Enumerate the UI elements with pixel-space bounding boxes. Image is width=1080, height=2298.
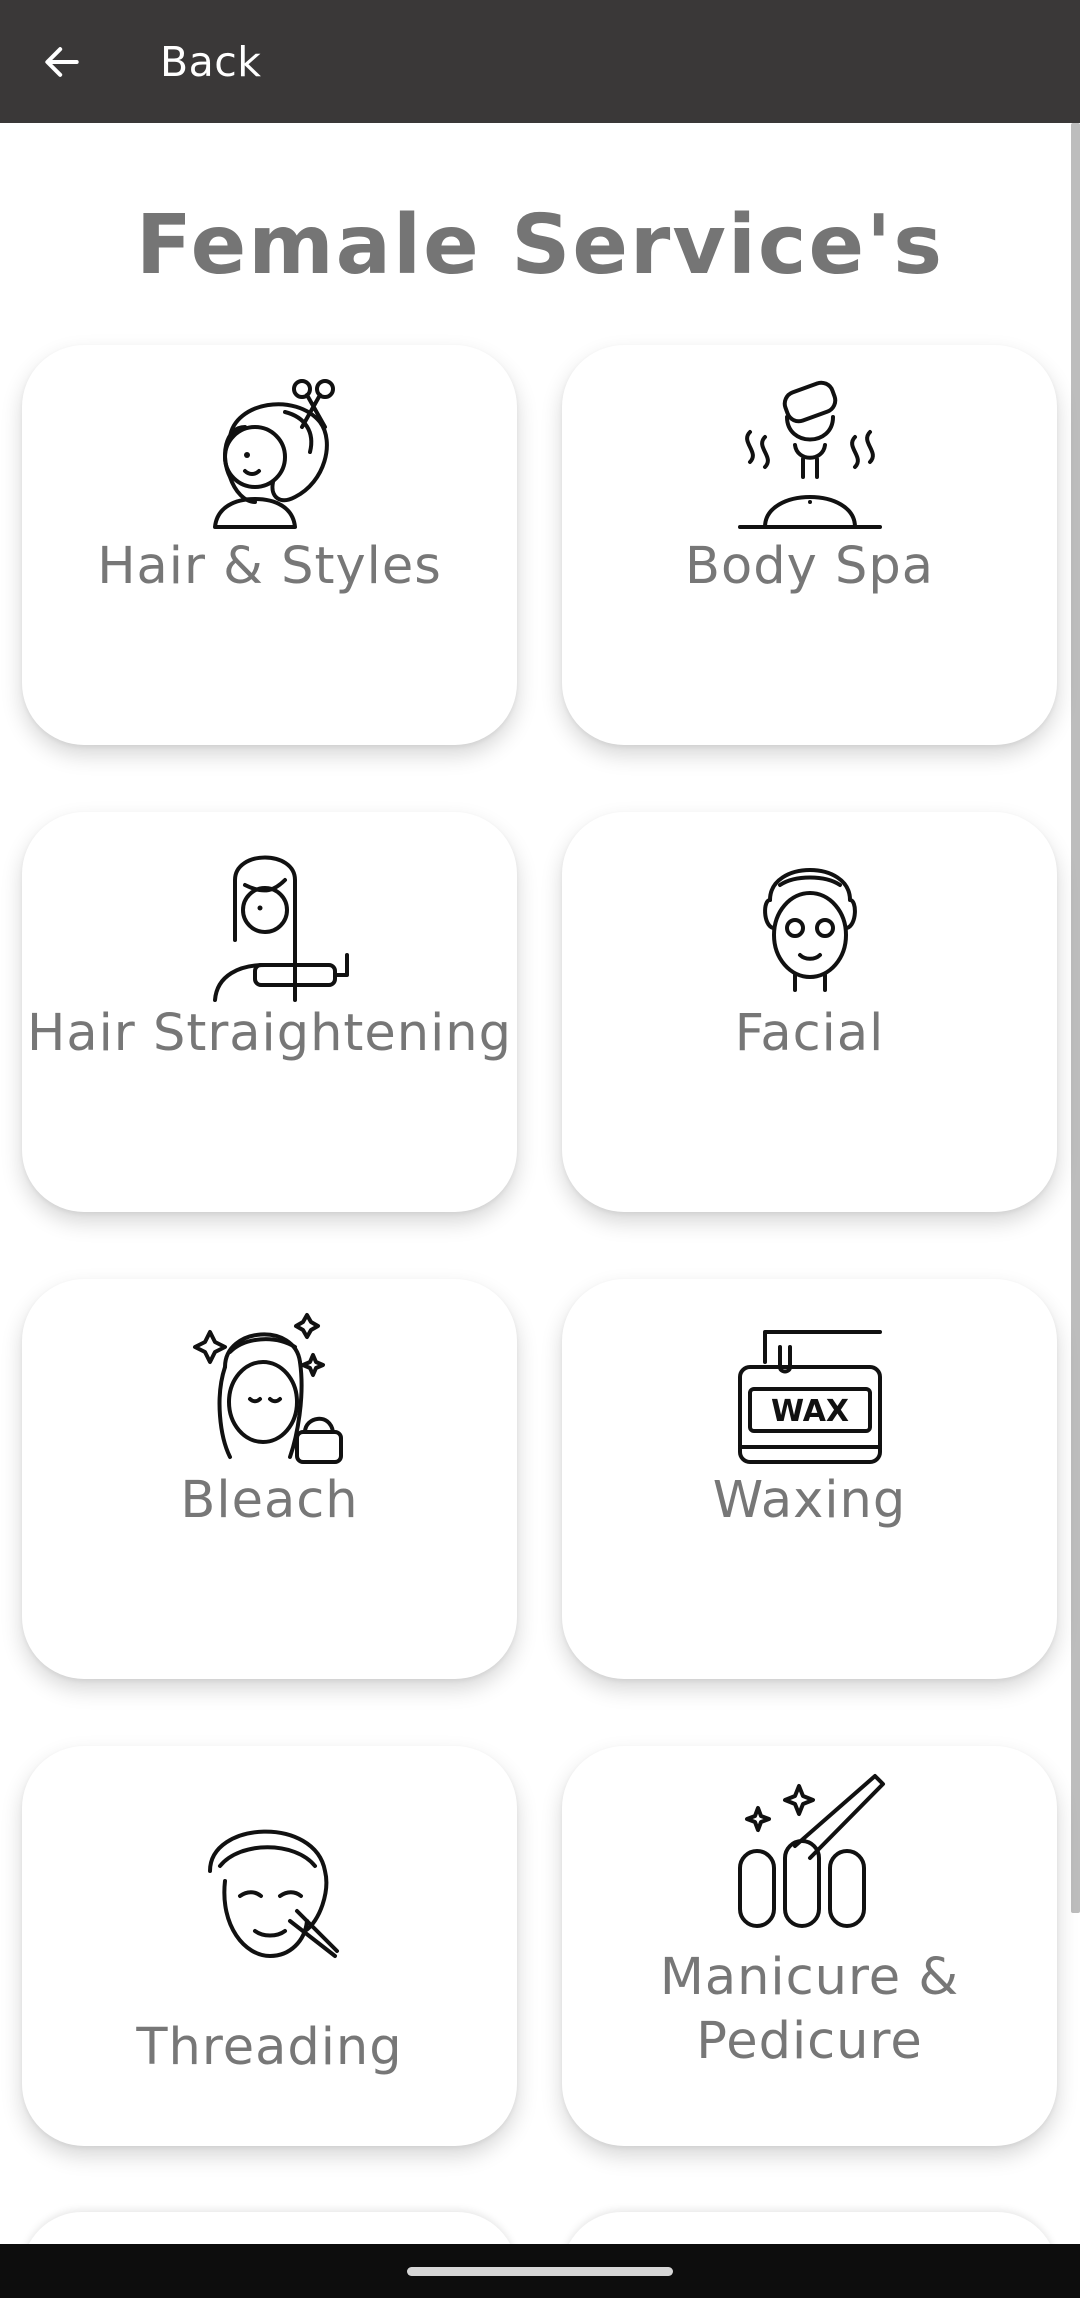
- service-card-manicure-pedicure[interactable]: Manicure & Pedicure: [562, 1746, 1057, 2146]
- home-gesture-handle[interactable]: [407, 2267, 673, 2276]
- service-label: Body Spa: [685, 537, 934, 596]
- service-label-line2: Pedicure: [696, 2012, 923, 2071]
- scrollbar[interactable]: [1071, 123, 1080, 1913]
- service-label: Facial: [734, 1004, 885, 1063]
- waxing-icon: WAX: [737, 1330, 882, 1464]
- service-label: Bleach: [180, 1471, 359, 1530]
- service-card-facial[interactable]: Facial: [562, 812, 1057, 1212]
- page-title: Female Service's: [135, 198, 945, 293]
- service-card-hair-straightening[interactable]: Hair Straightening: [22, 812, 517, 1212]
- service-card-threading[interactable]: Threading: [22, 1746, 517, 2146]
- service-label: Waxing: [712, 1471, 907, 1530]
- body-spa-icon: [737, 380, 882, 529]
- back-label: Back: [160, 37, 262, 86]
- service-label: Manicure &: [659, 1948, 960, 2007]
- svg-text:WAX: WAX: [770, 1394, 848, 1429]
- back-button[interactable]: Back: [0, 0, 262, 123]
- facial-icon: [762, 868, 857, 992]
- service-card-hair-styles[interactable]: Hair & Styles: [22, 345, 517, 745]
- service-label: Threading: [136, 2018, 403, 2077]
- system-navigation-bar: [0, 2244, 1080, 2298]
- hair-styles-icon: [212, 379, 335, 529]
- bleach-icon: [192, 1313, 343, 1464]
- service-card-waxing[interactable]: WAX Waxing: [562, 1279, 1057, 1679]
- arrow-left-icon: [45, 46, 79, 77]
- threading-icon: [207, 1829, 339, 1958]
- service-label: Hair Straightening: [27, 1004, 512, 1063]
- service-card-bleach[interactable]: Bleach: [22, 1279, 517, 1679]
- hair-straightening-icon: [212, 855, 349, 1002]
- service-label: Hair & Styles: [97, 537, 442, 596]
- manicure-pedicure-icon: [737, 1774, 885, 1928]
- service-card-body-spa[interactable]: Body Spa: [562, 345, 1057, 745]
- top-app-bar: Back: [0, 0, 1080, 123]
